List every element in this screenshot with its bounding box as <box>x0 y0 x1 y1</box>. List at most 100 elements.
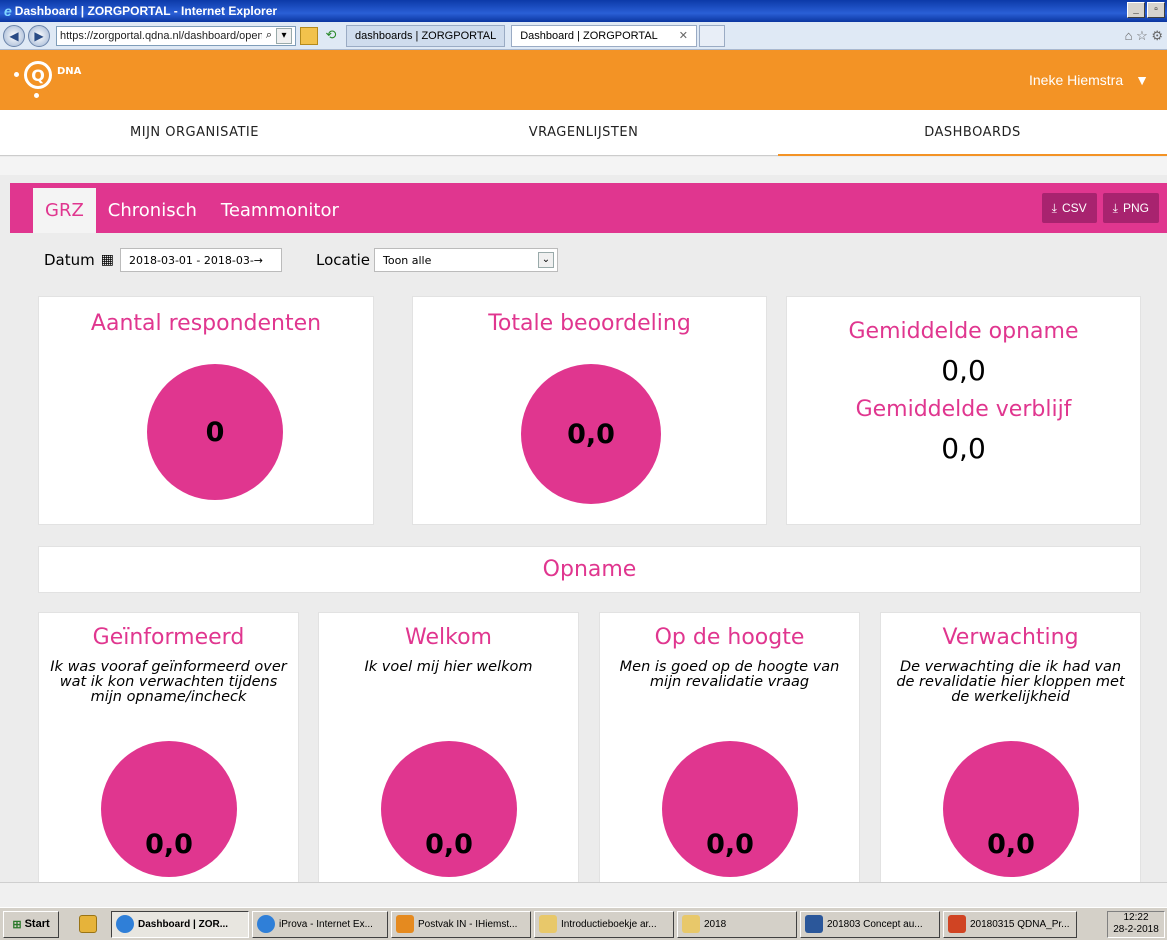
respondents-title: Aantal respondenten <box>90 311 322 336</box>
system-clock[interactable]: 12:22 28-2-2018 <box>1107 911 1165 938</box>
taskbar-item-label: iProva - Internet Ex... <box>279 918 373 930</box>
user-menu[interactable]: Ineke Hiemstra ▼ <box>1029 72 1149 88</box>
respondents-panel: Aantal respondenten 0 <box>38 296 374 525</box>
filter-bar: Datum ▦ 2018-03-01 - 2018-03-→ Locatie T… <box>44 248 558 272</box>
card-verwachting: Verwachting De verwachting die ik had va… <box>880 612 1141 902</box>
respondents-value: 0 <box>205 416 225 448</box>
card-title: Op de hoogte <box>654 625 805 650</box>
address-bar[interactable]: https://zorgportal.qdna.nl/dashboard/ope… <box>56 25 296 46</box>
chevron-down-icon: ▼ <box>1135 72 1149 88</box>
card-title: Welkom <box>405 625 492 650</box>
word-icon <box>805 915 823 933</box>
taskbar-item-label: Introductieboekje ar... <box>561 918 657 930</box>
start-label: Start <box>24 918 50 930</box>
averages-panel: Gemiddelde opname 0,0 Gemiddelde verblij… <box>786 296 1141 525</box>
card-title: Geïnformeerd <box>92 625 245 650</box>
card-geinformeerd: Geïnformeerd Ik was vooraf geïnformeerd … <box>38 612 299 902</box>
avg-admission-title: Gemiddelde opname <box>848 319 1079 344</box>
location-select-value: Toon alle <box>382 253 432 267</box>
rating-gauge: 0,0 <box>521 364 661 504</box>
avg-admission-value: 0,0 <box>941 354 986 387</box>
taskbar-item-outlook[interactable]: Postvak IN - IHiemst... <box>391 910 531 938</box>
taskbar-item-powerpoint[interactable]: 20180315 QDNA_Pr... <box>943 910 1077 938</box>
user-name: Ineke Hiemstra <box>1028 72 1124 88</box>
lock-icon[interactable] <box>300 26 318 45</box>
calendar-icon[interactable]: ▦ <box>101 252 114 268</box>
ie-icon <box>257 915 275 933</box>
search-icon[interactable]: ⌕ <box>266 29 272 42</box>
download-icon: ⤓ <box>1051 200 1057 215</box>
card-question: Ik voel mij hier welkom <box>364 659 533 675</box>
taskbar-item-word[interactable]: 201803 Concept au... <box>800 910 940 938</box>
close-tab-icon[interactable]: ✕ <box>679 29 688 42</box>
download-icon: ⤓ <box>1112 200 1118 215</box>
new-tab-button[interactable] <box>699 24 726 47</box>
avg-stay-value: 0,0 <box>941 432 986 465</box>
qdna-logo[interactable]: Q DNA <box>14 58 94 102</box>
logo-letter: Q <box>24 61 52 89</box>
respondents-gauge: 0 <box>147 364 283 500</box>
ie-logo-icon: e <box>4 3 12 19</box>
browser-tab-dashboards[interactable]: dashboards | ZORGPORTAL <box>346 24 506 47</box>
powerpoint-icon <box>948 915 966 933</box>
card-op-de-hoogte: Op de hoogte Men is goed op de hoogte va… <box>599 612 860 902</box>
logo-text: DNA <box>57 66 82 77</box>
windows-logo-icon: ⊞ <box>12 918 22 931</box>
export-csv-button[interactable]: ⤓ CSV <box>1041 193 1097 223</box>
refresh-icon[interactable]: ⟲ <box>322 27 340 45</box>
card-gauge: 0,0 <box>381 741 517 877</box>
favorites-icons[interactable]: ⌂ ☆ ⚙ <box>1125 28 1163 44</box>
main-navigation: MIJN ORGANISATIE VRAGENLIJSTEN DASHBOARD… <box>0 110 1167 156</box>
location-select[interactable]: Toon alle ⌄ <box>373 248 558 272</box>
taskbar-item-label: 20180315 QDNA_Pr... <box>970 918 1070 930</box>
url-text: https://zorgportal.qdna.nl/dashboard/ope… <box>60 29 262 42</box>
folder-icon <box>539 915 557 933</box>
browser-tab-dashboard-active[interactable]: Dashboard | ZORGPORTAL ✕ <box>511 24 698 47</box>
avg-stay-title: Gemiddelde verblijf <box>855 397 1072 422</box>
start-button[interactable]: ⊞ Start <box>3 910 59 938</box>
clock-time: 12:22 <box>1123 912 1149 923</box>
folder-icon <box>682 915 700 933</box>
section-header-opname: Opname <box>38 546 1141 593</box>
card-question: Ik was vooraf geïnformeerd over wat ik k… <box>50 659 287 705</box>
rating-panel: Totale beoordeling 0,0 <box>412 296 767 525</box>
site-header <box>0 50 1167 110</box>
nav-vragenlijsten[interactable]: VRAGENLIJSTEN <box>389 110 778 155</box>
lock-icon[interactable] <box>79 915 97 933</box>
taskbar-item-label: Postvak IN - IHiemst... <box>418 918 518 930</box>
taskbar-item-label: Dashboard | ZOR... <box>138 918 229 930</box>
chevron-down-icon: ⌄ <box>537 252 554 268</box>
rating-title: Totale beoordeling <box>488 311 691 336</box>
clock-date: 28-2-2018 <box>1113 924 1159 935</box>
taskbar-item-iprova[interactable]: iProva - Internet Ex... <box>252 910 388 938</box>
taskbar-item-folder-intro[interactable]: Introductieboekje ar... <box>534 910 674 938</box>
browser-tab-label: Dashboard | ZORGPORTAL <box>520 29 658 42</box>
forward-button[interactable]: ▶ <box>28 24 50 47</box>
restore-button[interactable]: ▫ <box>1147 2 1165 18</box>
location-label: Locatie <box>315 251 370 269</box>
date-range-input[interactable]: 2018-03-01 - 2018-03-→ <box>119 248 282 272</box>
browser-status-bar <box>0 882 1167 907</box>
nav-mijn-organisatie[interactable]: MIJN ORGANISATIE <box>0 110 389 155</box>
export-buttons: ⤓ CSV ⤓ PNG <box>1041 193 1159 223</box>
taskbar-item-label: 2018 <box>704 918 727 930</box>
taskbar-item-folder-2018[interactable]: 2018 <box>677 910 797 938</box>
browser-nav-bar: ◀ ▶ https://zorgportal.qdna.nl/dashboard… <box>0 22 1167 50</box>
tab-chronisch[interactable]: Chronisch <box>96 188 209 233</box>
card-gauge: 0,0 <box>101 741 237 877</box>
nav-dashboards[interactable]: DASHBOARDS <box>778 110 1167 156</box>
taskbar-item-dashboard[interactable]: Dashboard | ZOR... <box>111 910 249 938</box>
outlook-icon <box>396 915 414 933</box>
minimize-button[interactable]: _ <box>1127 2 1145 18</box>
card-question: Men is goed op de hoogte van mijn revali… <box>619 659 840 690</box>
tab-grz[interactable]: GRZ <box>33 188 96 233</box>
export-png-button[interactable]: ⤓ PNG <box>1102 193 1159 223</box>
tab-teammonitor[interactable]: Teammonitor <box>209 188 351 233</box>
windows-taskbar: ⊞ Start Dashboard | ZOR... iProva - Inte… <box>0 907 1167 940</box>
spacer-strip <box>0 157 1167 175</box>
back-button[interactable]: ◀ <box>3 24 25 47</box>
card-title: Verwachting <box>942 625 1079 650</box>
url-dropdown-button[interactable]: ▾ <box>276 27 292 44</box>
rating-value: 0,0 <box>567 418 615 450</box>
export-png-label: PNG <box>1122 201 1149 215</box>
